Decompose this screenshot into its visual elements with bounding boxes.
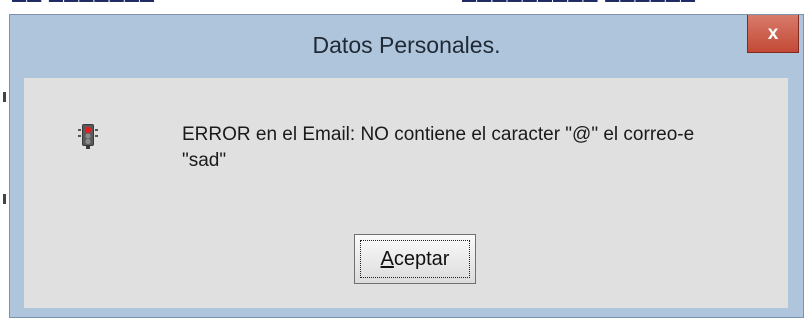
dialog-body: ERROR en el Email: NO contiene el caract… xyxy=(24,78,788,308)
error-message: ERROR en el Email: NO contiene el caract… xyxy=(182,124,695,171)
close-button[interactable]: x xyxy=(747,15,799,53)
background-edge-mark xyxy=(3,92,6,102)
background-window-strip: ▀▀ ▀▀▀▀▀▀▀ ▀▀▀▀▀▀▀▀▀ ▀▀▀▀▀▀ xyxy=(0,0,804,14)
background-text-fragment: ▀▀ ▀▀▀▀▀▀▀ xyxy=(12,0,156,13)
message-dialog: Datos Personales. x ERROR en el Email: N… xyxy=(9,14,804,318)
accept-label-rest: ceptar xyxy=(393,247,450,270)
background-edge-mark xyxy=(3,194,6,204)
dialog-title: Datos Personales. xyxy=(312,32,501,58)
accept-button-label: Aceptar xyxy=(381,248,450,271)
background-text-fragment: ▀▀▀▀▀▀▀▀▀ ▀▀▀▀▀▀ xyxy=(462,0,697,13)
accept-button[interactable]: Aceptar xyxy=(354,234,476,284)
accept-mnemonic: A xyxy=(380,247,394,270)
background-window-edge xyxy=(0,14,9,318)
close-icon: x xyxy=(767,22,779,44)
traffic-light-stop-icon xyxy=(78,122,98,150)
dialog-titlebar[interactable]: Datos Personales. x xyxy=(10,15,803,78)
